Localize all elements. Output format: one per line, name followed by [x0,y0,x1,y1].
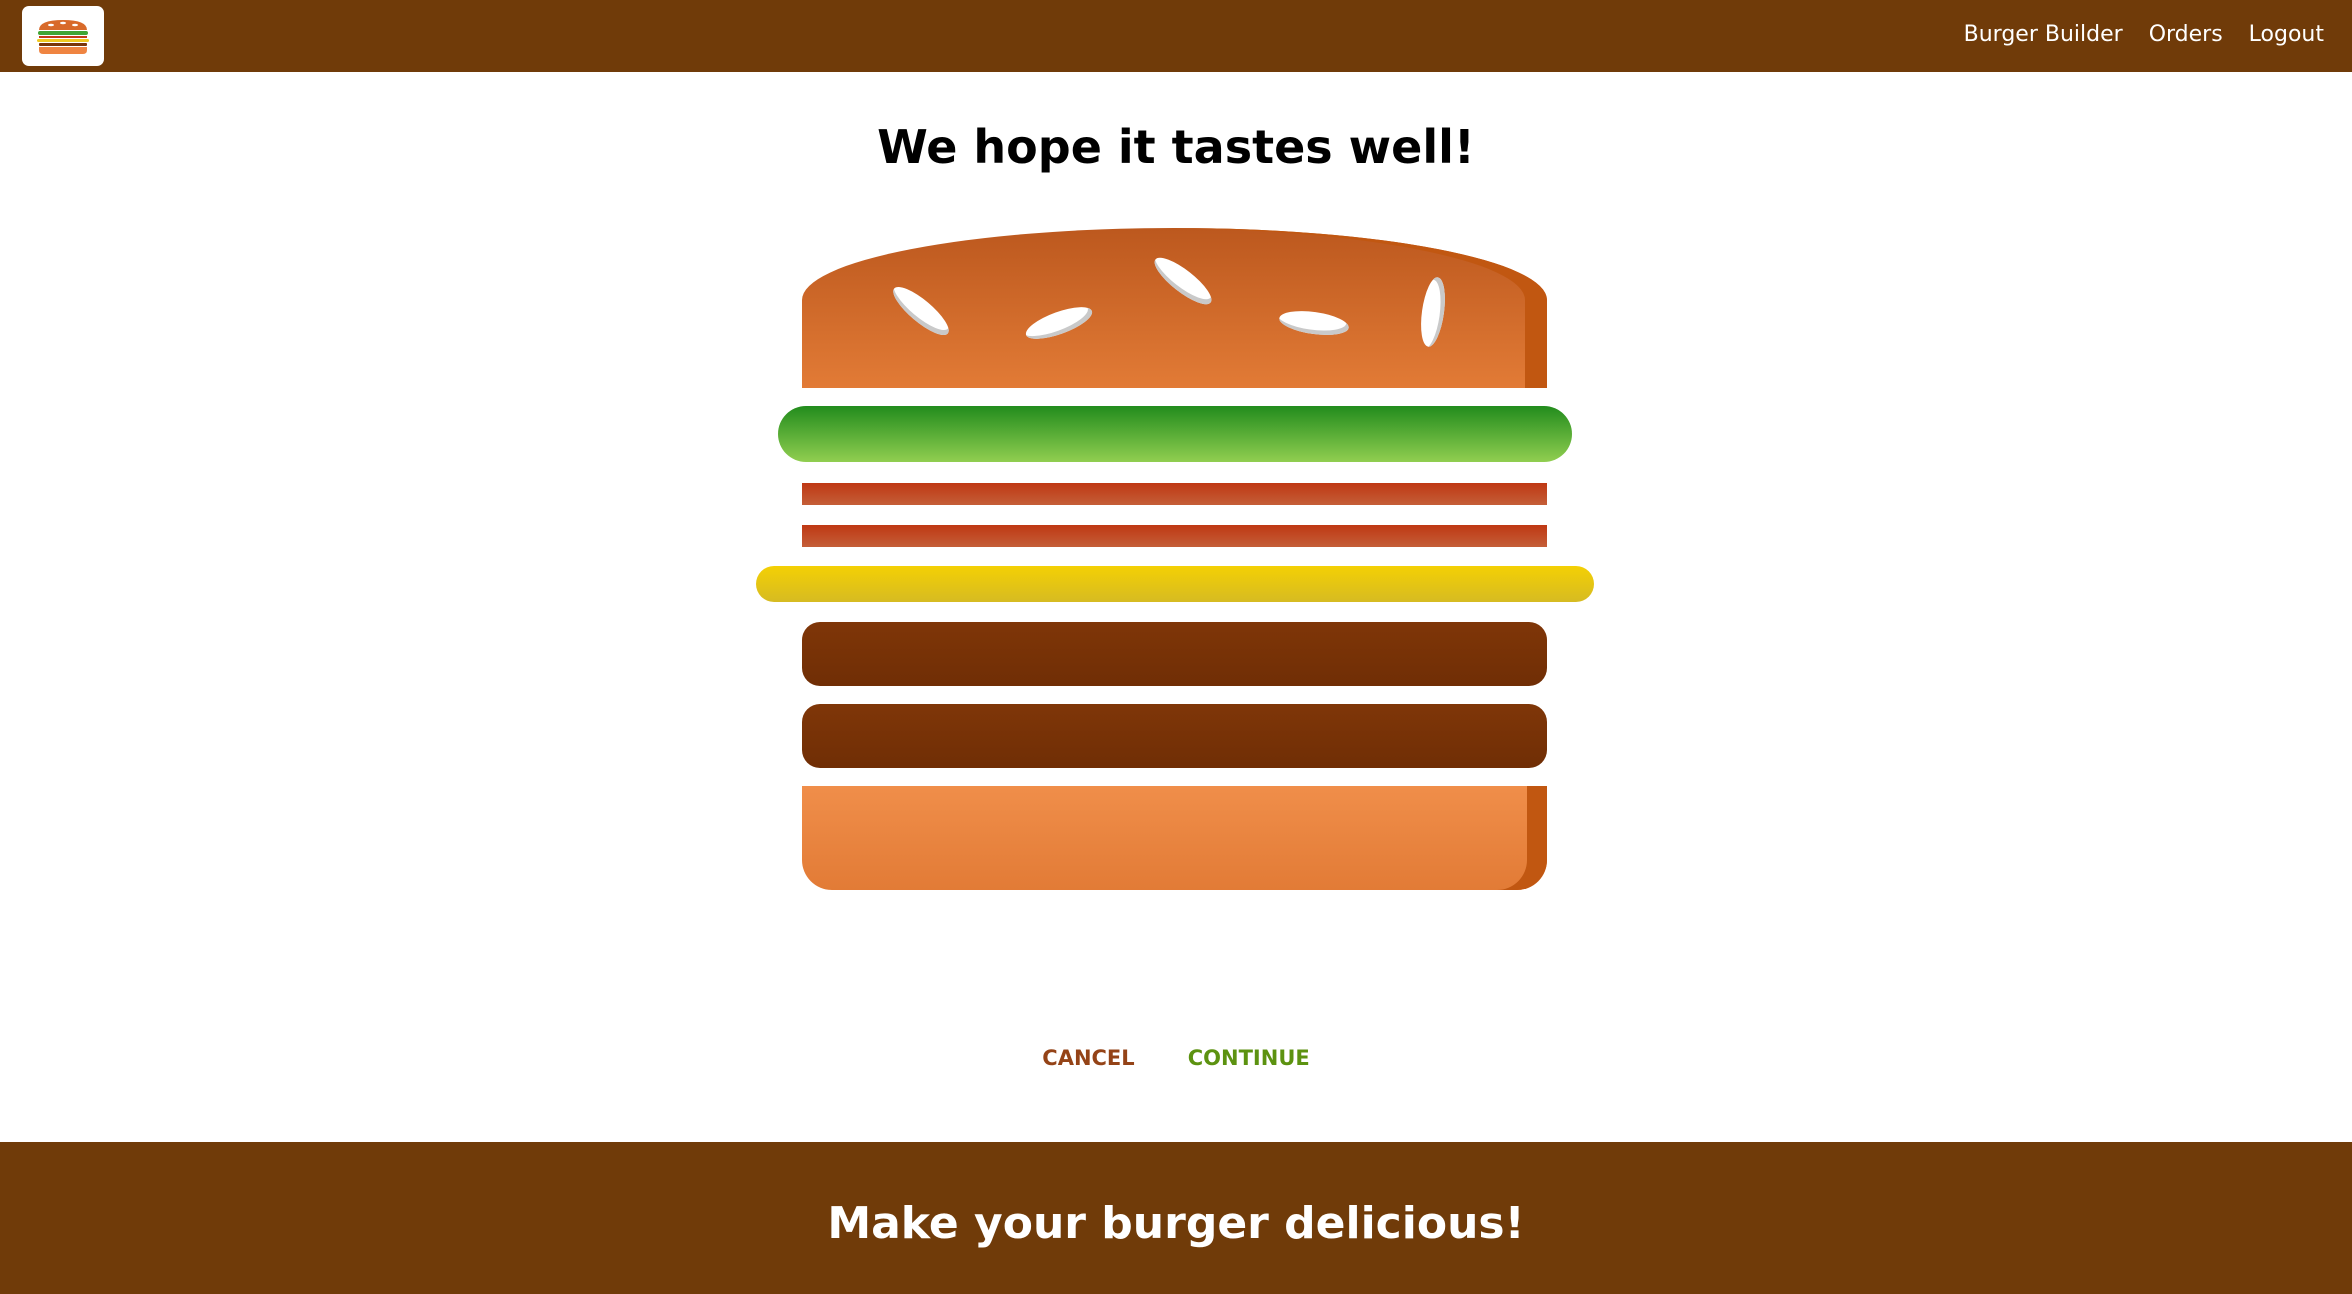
meat-layer [802,622,1547,686]
logo[interactable] [22,6,104,66]
nav-orders[interactable]: Orders [2136,0,2236,72]
bacon-layer [802,483,1547,505]
checkout-summary: We hope it tastes well! CANCEL CONTINUE [0,72,2352,1142]
burger-preview [0,72,2352,1142]
cancel-button[interactable]: CANCEL [1018,1034,1158,1082]
seed-icon [1148,250,1218,312]
cheese-layer [756,566,1594,602]
footer-title: Make your burger delicious! [827,1198,1525,1249]
continue-button[interactable]: CONTINUE [1164,1034,1334,1082]
seed-icon [1417,275,1449,349]
seed-icon [1022,300,1096,346]
burger-logo-icon [37,20,89,54]
nav-burger-builder[interactable]: Burger Builder [1951,0,2136,72]
bacon-layer [802,525,1547,547]
checkout-actions: CANCEL CONTINUE [0,1034,2352,1082]
bread-bottom [802,786,1547,890]
bread-top [802,228,1547,388]
nav-logout[interactable]: Logout [2236,0,2330,72]
seed-icon [887,280,955,342]
salad-layer [778,406,1572,462]
toolbar: Burger Builder Orders Logout [0,0,2352,72]
footer: Make your burger delicious! [0,1142,2352,1294]
main-nav: Burger Builder Orders Logout [1951,0,2330,72]
meat-layer [802,704,1547,768]
seed-icon [1277,307,1351,339]
